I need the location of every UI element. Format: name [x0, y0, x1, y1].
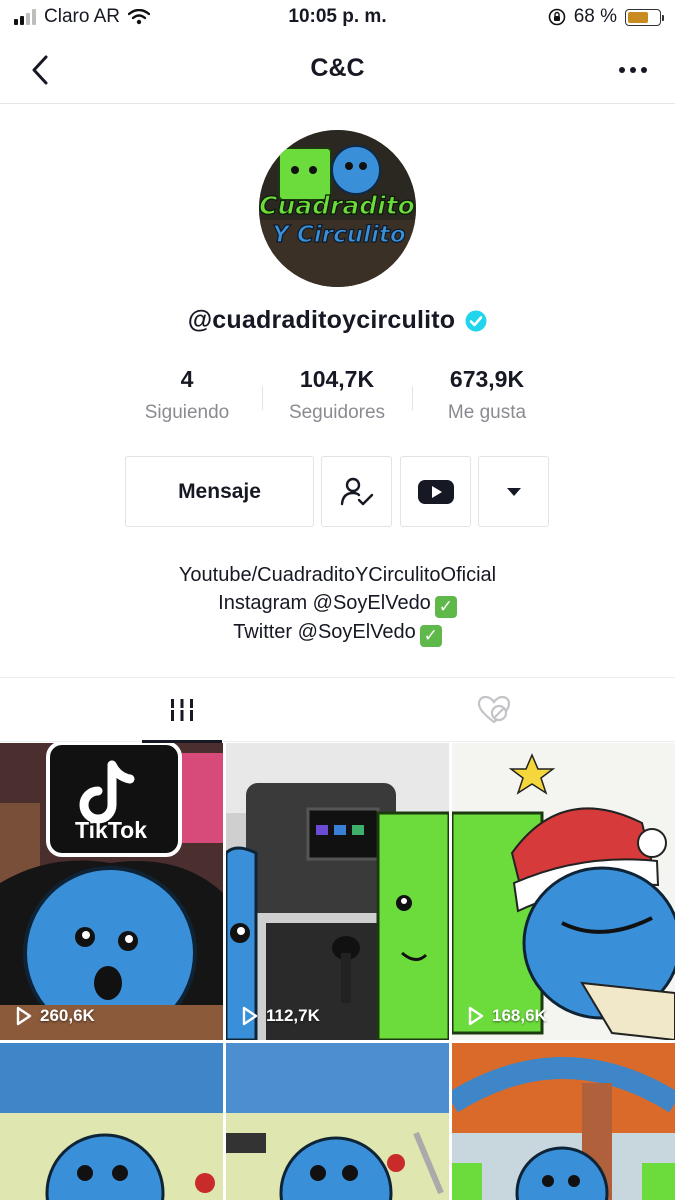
video-thumbnail[interactable]: TikTok 260,6K	[0, 743, 223, 1040]
more-dropdown-button[interactable]	[478, 456, 549, 527]
battery-fill	[628, 11, 649, 23]
tab-videos[interactable]	[142, 678, 222, 743]
nav-bar: C&C	[0, 36, 675, 104]
username: @cuadraditoycirculito	[187, 306, 456, 334]
liked-hidden-icon	[477, 695, 511, 724]
avatar-logo-text-2: Y Circulito	[272, 222, 405, 248]
view-count-label: 112,7K	[266, 1006, 320, 1025]
stat-label: Siguiendo	[144, 402, 230, 423]
stat-followers[interactable]: 104,7K Seguidores	[262, 364, 412, 434]
page-title: C&C	[310, 54, 365, 82]
youtube-button[interactable]	[400, 456, 471, 527]
play-icon	[242, 1006, 258, 1026]
dot-icon	[641, 67, 647, 73]
status-bar: Claro AR 10:05 p. m. 68 %	[0, 0, 675, 36]
more-options-button[interactable]	[613, 52, 653, 88]
bio-line: Twitter @SoyElVedo ✓	[0, 618, 675, 647]
stat-value: 4	[180, 366, 194, 392]
message-button[interactable]: Mensaje	[125, 456, 314, 527]
verified-badge-icon	[465, 310, 487, 331]
view-count: 168,6K	[468, 1006, 547, 1026]
video-thumbnail[interactable]	[0, 1043, 223, 1200]
bio-line-text: Instagram @SoyElVedo	[218, 592, 431, 614]
dot-icon	[619, 67, 625, 73]
avatar[interactable]: Cuadradito Y Circulito	[259, 130, 416, 287]
view-count-label: 260,6K	[40, 1006, 95, 1025]
bio-line: Instagram @SoyElVedo ✓	[0, 589, 675, 618]
stat-value: 104,7K	[299, 366, 375, 392]
check-mark-emoji-icon: ✓	[434, 596, 457, 618]
view-count-label: 168,6K	[492, 1006, 547, 1025]
grid-videos-icon	[171, 699, 193, 721]
bio-line-text: Twitter @SoyElVedo	[233, 621, 416, 643]
orientation-lock-icon	[548, 8, 565, 26]
bio: Youtube/CuadraditoYCirculitoOficial Inst…	[0, 561, 675, 647]
video-thumbnail[interactable]	[226, 1043, 449, 1200]
stat-likes[interactable]: 673,9K Me gusta	[412, 364, 562, 434]
user-check-icon	[340, 477, 373, 505]
caret-down-icon	[506, 487, 521, 496]
check-mark-emoji-icon: ✓	[419, 625, 442, 647]
stat-following[interactable]: 4 Siguiendo	[112, 364, 262, 434]
play-icon	[468, 1006, 484, 1026]
status-right: 68 %	[548, 6, 664, 28]
video-grid: TikTok 260,6K 112,7K 168,6K	[0, 743, 675, 1200]
username-row: @cuadraditoycirculito	[0, 306, 675, 335]
video-thumbnail[interactable]	[452, 1043, 675, 1200]
view-count: 260,6K	[16, 1006, 95, 1026]
profile-tabs	[0, 677, 675, 743]
profile-stats: 4 Siguiendo 104,7K Seguidores 673,9K Me …	[112, 364, 562, 434]
stat-value: 673,9K	[449, 366, 525, 392]
view-count: 112,7K	[242, 1006, 320, 1026]
video-thumbnail[interactable]: 112,7K	[226, 743, 449, 1040]
tiktok-logo-text: TikTok	[75, 817, 147, 843]
video-thumbnail[interactable]: 168,6K	[452, 743, 675, 1040]
avatar-logo-text-1: Cuadradito	[259, 191, 415, 220]
bio-line: Youtube/CuadraditoYCirculitoOficial	[178, 564, 497, 586]
battery-icon	[625, 8, 664, 26]
tab-liked[interactable]	[454, 678, 534, 742]
play-icon	[16, 1006, 32, 1026]
stat-label: Seguidores	[288, 402, 386, 423]
youtube-icon	[417, 479, 454, 504]
following-button[interactable]	[321, 456, 392, 527]
stat-label: Me gusta	[447, 402, 527, 423]
battery-percent: 68 %	[573, 6, 617, 27]
dot-icon	[630, 67, 636, 73]
